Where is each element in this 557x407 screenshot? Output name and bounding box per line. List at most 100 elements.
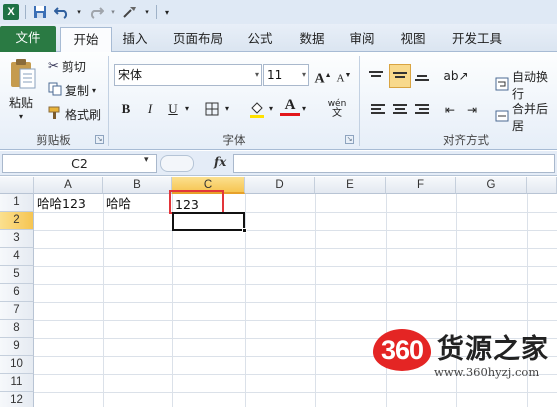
grow-font-icon: A [314,71,325,87]
row-header[interactable]: 9 [0,338,34,356]
watermark-name: 货源之家 [437,334,549,365]
format-painter-label: 格式刷 [65,108,102,122]
cut-button[interactable]: ✂ 剪切 [48,58,86,75]
align-middle-button[interactable] [389,64,411,88]
chevron-down-icon[interactable]: ▾ [19,112,23,121]
annotation-highlight-box [169,190,224,214]
italic-button[interactable]: I [140,99,160,119]
font-name-select[interactable]: 宋体 ▾ [114,64,262,86]
cell-b1[interactable]: 哈哈 [103,195,131,212]
underline-button[interactable]: U [163,99,183,119]
paste-button[interactable]: 粘贴 ▾ [6,56,40,124]
ribbon-tab-bar: 文件 开始 插入 页面布局 公式 数据 审阅 视图 开发工具 [0,24,557,54]
fill-handle[interactable] [242,228,247,233]
name-box[interactable]: C2 [2,154,157,173]
brush-icon [48,106,62,123]
phonetic-guide-button[interactable]: wén 文 [322,99,352,119]
copy-icon [48,82,62,99]
divider [108,56,109,146]
chevron-down-icon[interactable]: ▾ [92,86,96,95]
row-header[interactable]: 5 [0,266,34,284]
increase-indent-button[interactable]: ⇥ [462,100,482,120]
row-header[interactable]: 3 [0,230,34,248]
wrap-text-button[interactable]: 自动换行 [495,68,557,102]
row-header-active[interactable]: 2 [0,212,34,230]
align-bottom-button[interactable] [412,66,432,86]
borders-button[interactable] [202,99,222,119]
column-header[interactable]: A [34,177,103,194]
row-header[interactable]: 7 [0,302,34,320]
tab-view[interactable]: 视图 [393,27,433,52]
cut-label: 剪切 [61,60,86,74]
chevron-down-icon[interactable]: ▾ [182,99,192,119]
gridline [34,230,557,231]
chevron-down-icon[interactable]: ▾ [144,155,149,165]
cell-a1[interactable]: 哈哈123 [34,195,86,212]
column-header[interactable]: F [386,177,456,194]
copy-button[interactable]: 复制 ▾ [48,82,96,99]
scissors-icon: ✂ [48,59,59,74]
row-header[interactable]: 1 [0,194,34,212]
tab-home[interactable]: 开始 [60,27,112,54]
chevron-down-icon: ▾ [301,70,306,79]
tab-data[interactable]: 数据 [292,27,332,52]
clipboard-group-label: 剪贴板 [36,133,71,147]
tab-developer[interactable]: 开发工具 [444,27,510,52]
insert-function-icon[interactable]: fx [214,155,226,169]
font-color-button[interactable]: A [280,97,300,116]
font-launcher-icon[interactable]: ↘ [345,135,354,144]
watermark-logo: 360 [373,329,431,371]
column-header[interactable] [527,177,557,194]
undo-icon[interactable] [54,4,70,20]
row-header[interactable]: 12 [0,392,34,407]
redo-icon[interactable] [88,4,104,20]
active-cell-c2[interactable] [172,212,245,231]
divider [156,5,157,19]
merge-center-button[interactable]: 合并后居 [495,100,557,134]
chevron-down-icon[interactable]: ▾ [76,4,82,20]
row-header[interactable]: 6 [0,284,34,302]
save-icon[interactable] [32,4,48,20]
column-header[interactable]: G [456,177,527,194]
align-right-button[interactable] [412,100,432,120]
column-header[interactable]: E [315,177,386,194]
copy-label: 复制 [65,84,90,98]
align-center-button[interactable] [390,100,410,120]
align-left-button[interactable] [368,100,388,120]
column-header[interactable]: B [103,177,172,194]
bold-button[interactable]: B [116,99,136,119]
shrink-font-button[interactable]: A▼ [334,65,354,85]
row-header[interactable]: 11 [0,374,34,392]
column-header[interactable]: D [245,177,315,194]
row-header[interactable]: 4 [0,248,34,266]
qat-menu-icon[interactable]: ▾ [163,4,171,20]
resize-handle[interactable] [160,155,194,172]
grow-font-button[interactable]: A▲ [313,65,333,87]
tab-formulas[interactable]: 公式 [240,27,280,52]
gridline [34,302,557,303]
clipboard-launcher-icon[interactable]: ↘ [95,135,104,144]
tab-page-layout[interactable]: 页面布局 [166,27,230,52]
customize-icon[interactable] [122,4,138,20]
align-top-button[interactable] [366,66,386,86]
tab-insert[interactable]: 插入 [116,27,154,52]
tab-review[interactable]: 审阅 [342,27,382,52]
chevron-down-icon[interactable]: ▾ [110,4,116,20]
paste-icon [11,59,36,89]
row-header[interactable]: 10 [0,356,34,374]
chevron-down-icon[interactable]: ▾ [144,4,150,20]
chevron-down-icon[interactable]: ▾ [222,99,232,119]
row-header[interactable]: 8 [0,320,34,338]
select-all-corner[interactable] [0,177,34,194]
formula-input[interactable] [233,154,555,173]
decrease-indent-button[interactable]: ⇤ [440,100,460,120]
orientation-button[interactable]: ab↗ [442,66,470,86]
tab-file[interactable]: 文件 [0,26,56,52]
chevron-down-icon[interactable]: ▾ [266,99,276,119]
fill-color-button[interactable] [247,99,267,119]
font-size-select[interactable]: 11 ▾ [263,64,309,86]
gridline [103,194,104,407]
excel-icon[interactable]: X [3,4,19,20]
chevron-down-icon[interactable]: ▾ [299,99,309,119]
format-painter-button[interactable]: 格式刷 [48,106,101,123]
